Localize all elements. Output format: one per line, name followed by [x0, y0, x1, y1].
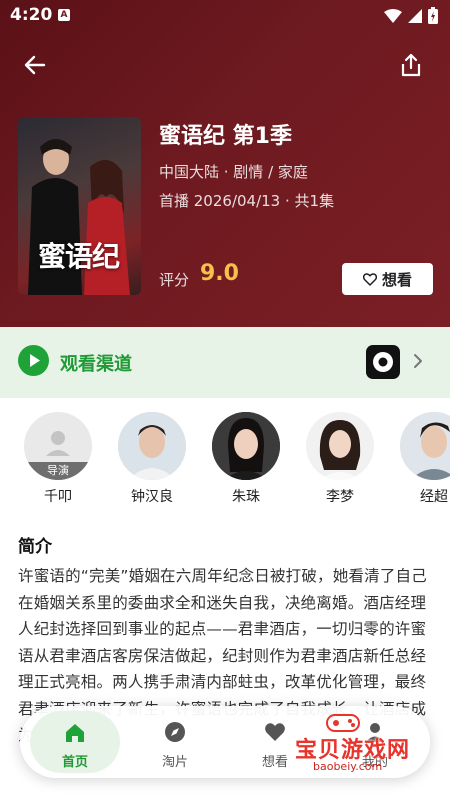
show-premiere: 首播 2026/04/13 · 共1集	[159, 192, 335, 210]
want-to-watch-button[interactable]: 想看	[342, 263, 433, 295]
cast-member[interactable]: 钟汉良	[112, 412, 192, 506]
watch-channel-label: 观看渠道	[60, 354, 132, 375]
portrait-female	[212, 412, 280, 480]
share-icon	[401, 53, 421, 77]
portrait-male	[400, 412, 450, 480]
status-icons	[384, 7, 438, 24]
back-button[interactable]	[22, 52, 48, 78]
compass-icon	[165, 722, 185, 742]
site-watermark: 宝贝游戏网 baobeiy.com	[295, 712, 450, 773]
avatar	[306, 412, 374, 480]
avatar	[118, 412, 186, 480]
synopsis-title: 简介	[18, 537, 52, 557]
nav-home[interactable]: 首页	[30, 711, 120, 773]
home-icon	[66, 724, 84, 742]
show-header: 4:20 A 蜜语纪 蜜语纪 第1季 中国大陆 · 剧情 / 家庭 首播 202…	[0, 0, 450, 327]
video-app-icon[interactable]	[366, 345, 400, 379]
cast-name: 经超	[420, 489, 448, 505]
status-time: 4:20	[10, 5, 53, 25]
portrait-female	[306, 412, 374, 480]
poster-title-text: 蜜语纪	[38, 240, 120, 273]
avatar: 导演	[24, 412, 92, 480]
want-to-watch-label: 想看	[381, 270, 412, 289]
cast-member[interactable]: 朱珠	[206, 412, 286, 506]
cast-list: 导演 千叩 钟汉良 朱珠 李梦 经超	[0, 412, 450, 510]
show-title: 蜜语纪 第1季	[159, 124, 292, 149]
cast-member[interactable]: 李梦	[300, 412, 380, 506]
wifi-icon	[384, 8, 402, 23]
gamepad-icon	[326, 714, 360, 732]
avatar	[400, 412, 450, 480]
notification-icon: A	[58, 9, 70, 21]
portrait-male	[118, 412, 186, 480]
heart-icon	[265, 723, 285, 741]
play-icon	[18, 345, 49, 376]
director-tag: 导演	[24, 462, 92, 480]
cast-name: 钟汉良	[131, 489, 173, 505]
cast-name: 李梦	[326, 489, 354, 505]
share-button[interactable]	[398, 52, 424, 78]
signal-icon	[408, 8, 422, 23]
cast-member[interactable]: 导演 千叩	[18, 412, 98, 506]
show-poster[interactable]: 蜜语纪	[18, 117, 141, 295]
avatar	[212, 412, 280, 480]
arrow-left-icon	[24, 55, 46, 75]
chevron-right-icon[interactable]	[412, 353, 424, 369]
watermark-url: baobeiy.com	[313, 760, 383, 773]
status-bar: 4:20 A	[0, 0, 450, 32]
cast-name: 朱珠	[232, 489, 260, 505]
battery-icon	[428, 7, 438, 24]
nav-discover[interactable]: 淘片	[130, 706, 220, 778]
show-meta: 中国大陆 · 剧情 / 家庭	[159, 163, 308, 181]
rating-value: 9.0	[200, 261, 239, 286]
nav-label: 首页	[61, 755, 88, 770]
heart-outline-icon	[362, 272, 377, 286]
rating-label: 评分	[159, 271, 190, 289]
cast-name: 千叩	[44, 489, 72, 505]
cast-member[interactable]: 经超	[394, 412, 450, 506]
nav-label: 淘片	[161, 755, 188, 770]
